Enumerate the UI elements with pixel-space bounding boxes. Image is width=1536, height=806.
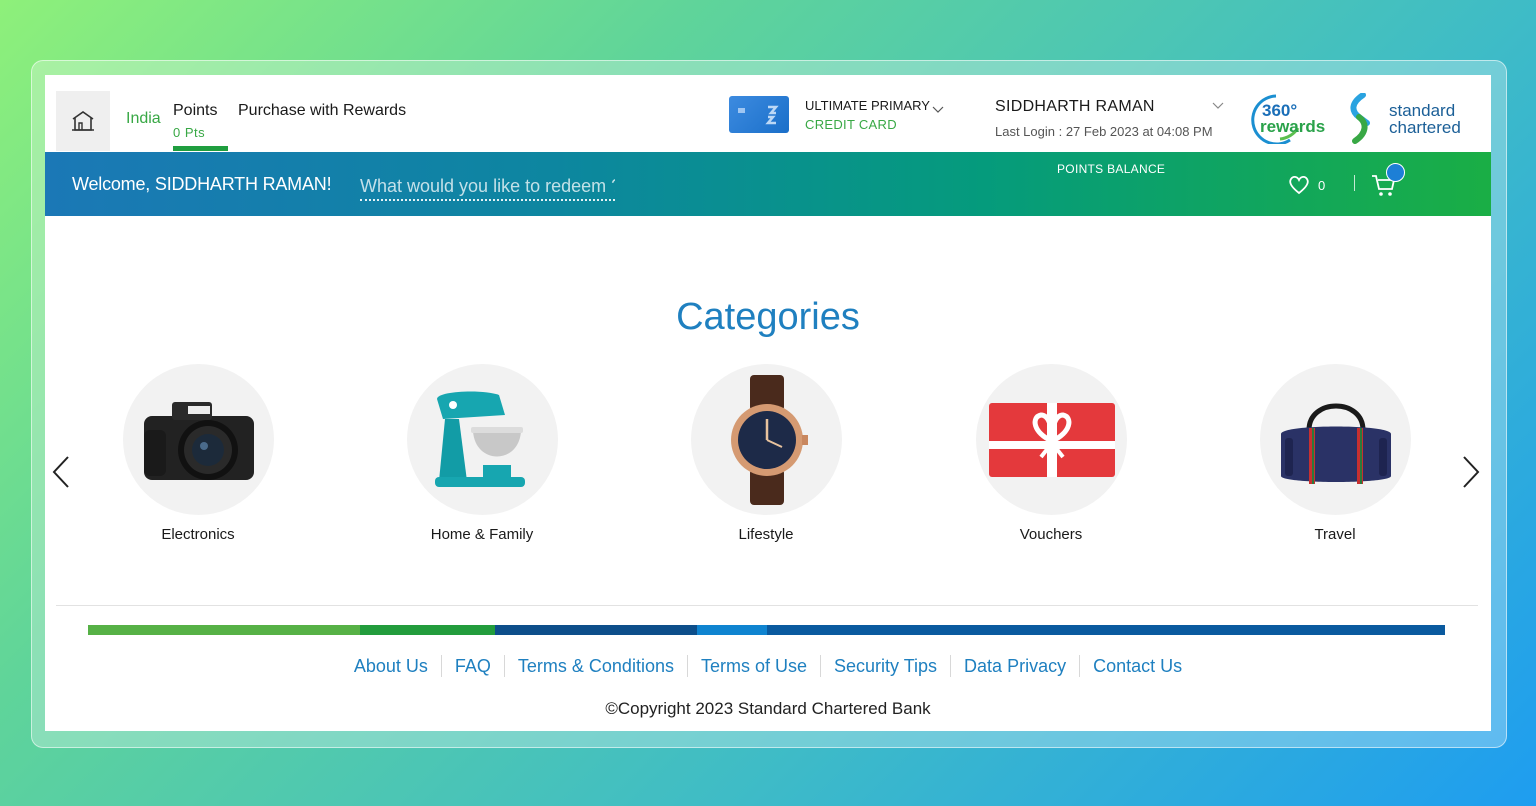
- category-label[interactable]: Home & Family: [397, 526, 567, 543]
- category-travel[interactable]: Travel: [1250, 364, 1420, 554]
- footer-divider: [56, 605, 1478, 606]
- category-image[interactable]: [123, 364, 274, 515]
- points-balance-label: POINTS BALANCE: [1057, 162, 1166, 176]
- footer-link-terms-of-use[interactable]: Terms of Use: [686, 655, 820, 677]
- svg-text:rewards: rewards: [1260, 117, 1325, 136]
- card-type-label[interactable]: ULTIMATE PRIMARY: [805, 98, 930, 113]
- points-label[interactable]: Points: [173, 102, 217, 120]
- country-selector[interactable]: India: [126, 110, 161, 128]
- top-bar: India Points 0 Pts Purchase with Rewards…: [45, 75, 1491, 152]
- category-image[interactable]: [407, 364, 558, 515]
- footer-links: About Us FAQ Terms & Conditions Terms of…: [45, 655, 1491, 677]
- 360-rewards-logo[interactable]: 360° rewards: [1250, 92, 1332, 144]
- category-label[interactable]: Lifestyle: [681, 526, 851, 543]
- cart-badge: [1386, 163, 1405, 182]
- card-logo-icon: [765, 105, 779, 125]
- gift-card-icon: [988, 402, 1115, 477]
- color-stripe-segment: [88, 625, 360, 635]
- color-stripe-segment: [495, 625, 697, 635]
- footer-link-data-privacy[interactable]: Data Privacy: [950, 655, 1079, 677]
- category-image[interactable]: [976, 364, 1127, 515]
- app-page: India Points 0 Pts Purchase with Rewards…: [45, 75, 1491, 731]
- category-label[interactable]: Vouchers: [966, 526, 1136, 543]
- welcome-banner: Welcome, SIDDHARTH RAMAN! POINTS BALANCE…: [45, 152, 1491, 216]
- credit-card-thumbnail[interactable]: [729, 96, 789, 133]
- category-image[interactable]: [1260, 364, 1411, 515]
- chevron-right-icon[interactable]: [1462, 455, 1480, 489]
- categories-title: Categories: [676, 296, 860, 338]
- home-button[interactable]: [56, 91, 110, 151]
- category-label[interactable]: Electronics: [113, 526, 283, 543]
- color-stripe-segment: [697, 625, 767, 635]
- points-value: 0 Pts: [173, 125, 206, 140]
- category-electronics[interactable]: Electronics: [113, 364, 283, 554]
- user-menu-chevron-icon[interactable]: [1212, 102, 1224, 110]
- user-name[interactable]: SIDDHARTH RAMAN: [995, 98, 1155, 116]
- footer-link-security-tips[interactable]: Security Tips: [820, 655, 950, 677]
- svg-text:chartered: chartered: [1389, 118, 1461, 137]
- search-input[interactable]: [360, 173, 615, 201]
- color-stripe-segment: [360, 625, 495, 635]
- purchase-with-rewards-link[interactable]: Purchase with Rewards: [238, 102, 406, 120]
- standard-chartered-logo[interactable]: standard chartered: [1345, 93, 1477, 145]
- stand-mixer-icon: [434, 391, 525, 487]
- copyright-text: ©Copyright 2023 Standard Chartered Bank: [605, 699, 931, 718]
- chevron-down-icon[interactable]: [932, 106, 944, 114]
- wristwatch-icon: [730, 374, 808, 505]
- last-login-text: Last Login : 27 Feb 2023 at 04:08 PM: [995, 124, 1213, 139]
- camera-icon: [143, 401, 254, 480]
- footer-link-faq[interactable]: FAQ: [440, 655, 504, 677]
- footer-link-terms-conditions[interactable]: Terms & Conditions: [503, 655, 687, 677]
- duffel-bag-icon: [1280, 403, 1391, 484]
- category-label[interactable]: Travel: [1250, 526, 1420, 543]
- footer-link-about-us[interactable]: About Us: [341, 655, 441, 677]
- wishlist-count: 0: [1318, 178, 1326, 193]
- category-image[interactable]: [691, 364, 842, 515]
- card-subtitle: CREDIT CARD: [805, 117, 897, 132]
- footer-link-contact-us[interactable]: Contact Us: [1079, 655, 1195, 677]
- category-vouchers[interactable]: Vouchers: [966, 364, 1136, 554]
- heart-icon[interactable]: [1288, 175, 1310, 195]
- color-stripe-segment: [767, 625, 1445, 635]
- category-home-family[interactable]: Home & Family: [397, 364, 567, 554]
- divider: [1354, 175, 1355, 191]
- chevron-left-icon[interactable]: [52, 455, 70, 489]
- home-icon: [72, 111, 94, 131]
- category-lifestyle[interactable]: Lifestyle: [681, 364, 851, 554]
- points-active-indicator: [173, 146, 228, 151]
- card-chip: [738, 108, 745, 113]
- welcome-message: Welcome, SIDDHARTH RAMAN!: [72, 174, 332, 194]
